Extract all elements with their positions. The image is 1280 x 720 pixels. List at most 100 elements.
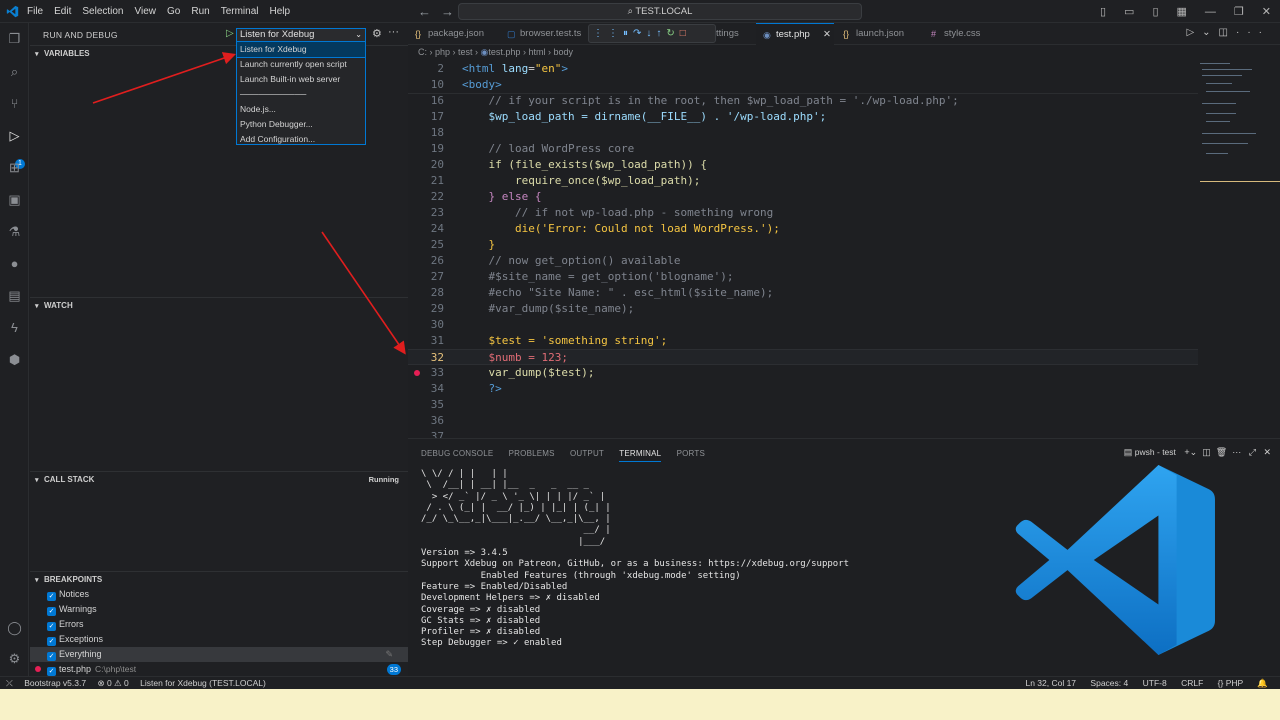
extensions-icon[interactable]: ⊞ bbox=[6, 159, 23, 176]
status-cursor-position[interactable]: Ln 32, Col 17 bbox=[1025, 678, 1076, 688]
status-eol[interactable]: CRLF bbox=[1181, 678, 1203, 688]
checkbox-checked-icon[interactable]: ✓ bbox=[47, 592, 56, 601]
command-center-search[interactable]: ⌕ TEST.LOCAL bbox=[458, 3, 862, 20]
dropdown-item-listen-xdebug[interactable]: Listen for Xdebug bbox=[236, 41, 366, 58]
status-language[interactable]: {} PHP bbox=[1218, 678, 1243, 688]
kill-terminal-icon[interactable]: 🗑 bbox=[1216, 447, 1227, 457]
tab-launch-json[interactable]: {} launch.json bbox=[836, 23, 924, 45]
layout-customize-icon[interactable]: ▦ bbox=[1177, 5, 1187, 18]
code-line: 26 // now get_option() available bbox=[430, 254, 681, 267]
tab-output[interactable]: OUTPUT bbox=[570, 449, 604, 458]
source-control-icon[interactable]: ⑂ bbox=[6, 95, 23, 112]
dropdown-item-python[interactable]: Python Debugger... bbox=[237, 117, 365, 132]
tab-ports[interactable]: PORTS bbox=[677, 449, 705, 458]
run-debug-icon[interactable]: ▷ bbox=[6, 127, 23, 144]
dropdown-item-launch-server[interactable]: Launch Built-in web server bbox=[237, 72, 365, 87]
breakpoint-errors[interactable]: ✓ Errors bbox=[30, 617, 408, 632]
bell-icon[interactable]: 🔔 bbox=[1257, 678, 1268, 688]
breakpoints-header[interactable]: ▾ BREAKPOINTS bbox=[30, 572, 408, 587]
code-lines[interactable]: 16 // if your script is in the root, the… bbox=[408, 93, 1198, 445]
settings-gear-icon[interactable]: ⚙ bbox=[6, 650, 23, 667]
tab-package-json[interactable]: {} package.json bbox=[408, 23, 500, 45]
back-arrow-icon[interactable]: ← bbox=[418, 4, 441, 19]
call-stack-header[interactable]: ▾ CALL STACK Running bbox=[30, 472, 408, 487]
run-file-icon[interactable]: ▷⌄ bbox=[1186, 27, 1218, 38]
menu-item-run[interactable]: Run bbox=[191, 6, 209, 17]
status-encoding[interactable]: UTF-8 bbox=[1143, 678, 1167, 688]
python-icon[interactable]: ⬢ bbox=[6, 351, 23, 368]
tab-test-php[interactable]: ◉ test.php ✕ bbox=[756, 23, 834, 45]
status-problems[interactable]: ⊗ 0 ⚠ 0 bbox=[97, 678, 128, 688]
search-view-icon[interactable]: ⌕ bbox=[6, 63, 23, 80]
tab-style-css[interactable]: # style.css bbox=[924, 23, 1010, 45]
layout-sidebar-icon[interactable]: ▯ bbox=[1100, 5, 1106, 18]
start-debugging-icon[interactable]: ▷ bbox=[226, 28, 236, 40]
remote-icon[interactable]: ⤫ bbox=[6, 678, 13, 688]
menu-item-view[interactable]: View bbox=[135, 6, 157, 17]
remote-explorer-icon[interactable]: ▣ bbox=[6, 191, 23, 208]
explorer-icon[interactable]: ❐ bbox=[6, 30, 23, 47]
edit-pencil-icon[interactable]: ✎ bbox=[385, 647, 393, 662]
tab-problems[interactable]: PROBLEMS bbox=[509, 449, 555, 458]
terminal-shell-name[interactable]: pwsh - test bbox=[1135, 447, 1176, 457]
checkbox-checked-icon[interactable]: ✓ bbox=[47, 652, 56, 661]
open-launch-json-gear-icon[interactable]: ⚙ bbox=[372, 27, 382, 40]
watch-header[interactable]: ▾ WATCH bbox=[30, 298, 408, 313]
pause-icon[interactable]: ⏸ bbox=[623, 28, 633, 39]
breakpoint-warnings[interactable]: ✓ Warnings bbox=[30, 602, 408, 617]
layout-panel-icon[interactable]: ▭ bbox=[1124, 5, 1134, 18]
stop-icon[interactable]: □ bbox=[680, 28, 691, 39]
close-panel-icon[interactable]: ✕ bbox=[1263, 447, 1271, 457]
minimize-icon[interactable]: — bbox=[1205, 6, 1216, 18]
thunder-icon[interactable]: ϟ bbox=[6, 319, 23, 336]
tab-terminal[interactable]: TERMINAL bbox=[619, 449, 662, 462]
drag-handle-icon[interactable]: ⋮⋮ bbox=[593, 28, 623, 39]
status-bootstrap[interactable]: Bootstrap v5.3.7 bbox=[24, 678, 86, 688]
restore-icon[interactable]: ❐ bbox=[1234, 5, 1244, 18]
menu-item-selection[interactable]: Selection bbox=[82, 6, 123, 17]
checkbox-checked-icon[interactable]: ✓ bbox=[47, 622, 56, 631]
new-terminal-icon[interactable]: +⌄ bbox=[1184, 447, 1197, 457]
restart-icon[interactable]: ↻ bbox=[666, 28, 679, 39]
checkbox-checked-icon[interactable]: ✓ bbox=[47, 637, 56, 646]
terminal-view-icon[interactable]: ▤ bbox=[6, 287, 23, 304]
dropdown-item-add-config[interactable]: Add Configuration... bbox=[237, 132, 365, 147]
menu-item-help[interactable]: Help bbox=[270, 6, 291, 17]
checkbox-checked-icon[interactable]: ✓ bbox=[47, 667, 56, 676]
checkbox-checked-icon[interactable]: ✓ bbox=[47, 607, 56, 616]
dropdown-item-nodejs[interactable]: Node.js... bbox=[237, 102, 365, 117]
breakpoint-notices[interactable]: ✓ Notices bbox=[30, 587, 408, 602]
breakpoint-exceptions[interactable]: ✓ Exceptions bbox=[30, 632, 408, 647]
more-actions-icon[interactable]: ··· bbox=[388, 26, 399, 38]
dropdown-item-launch-script[interactable]: Launch currently open script bbox=[237, 57, 365, 72]
sticky-line-body[interactable]: 10 <body> bbox=[408, 77, 1198, 93]
menu-item-edit[interactable]: Edit bbox=[54, 6, 71, 17]
breakpoint-everything[interactable]: ✓ Everything ✎ bbox=[30, 647, 408, 662]
close-window-icon[interactable]: ✕ bbox=[1262, 5, 1271, 18]
sticky-line-html[interactable]: 2 <html lang="en"> bbox=[408, 61, 1198, 77]
extension-view-icon[interactable]: ● bbox=[6, 255, 23, 272]
split-editor-icon[interactable]: ◫ bbox=[1219, 27, 1236, 38]
status-indentation[interactable]: Spaces: 4 bbox=[1090, 678, 1128, 688]
step-out-icon[interactable]: ↑ bbox=[656, 28, 666, 39]
status-debug-session[interactable]: Listen for Xdebug (TEST.LOCAL) bbox=[140, 678, 266, 688]
breakpoint-file-test-php[interactable]: ✓ test.php C:\php\test 33 bbox=[30, 662, 408, 677]
menu-item-terminal[interactable]: Terminal bbox=[221, 6, 259, 17]
testing-icon[interactable]: ⚗ bbox=[6, 223, 23, 240]
minimap[interactable] bbox=[1198, 61, 1280, 438]
tab-browser-test[interactable]: ▢ browser.test.ts bbox=[500, 23, 592, 45]
menu-item-file[interactable]: File bbox=[27, 6, 43, 17]
terminal-output[interactable]: \ \/ / | | | | \ /__| | __| |__ _ _ __ _… bbox=[421, 469, 849, 650]
more-actions-icon[interactable]: ··· bbox=[1232, 447, 1241, 457]
debug-config-select[interactable]: Listen for Xdebug ⌄ bbox=[236, 28, 366, 42]
close-tab-icon[interactable]: ✕ bbox=[823, 24, 831, 46]
account-icon[interactable]: ◯ bbox=[6, 619, 23, 636]
split-terminal-icon[interactable]: ◫ bbox=[1202, 447, 1211, 457]
more-actions-icon[interactable]: ··· bbox=[1236, 27, 1270, 38]
step-over-icon[interactable]: ↷ bbox=[633, 28, 646, 39]
step-into-icon[interactable]: ↓ bbox=[646, 28, 656, 39]
menu-item-go[interactable]: Go bbox=[167, 6, 180, 17]
tab-debug-console[interactable]: DEBUG CONSOLE bbox=[421, 449, 493, 458]
maximize-panel-icon[interactable]: ⤢ bbox=[1249, 447, 1256, 457]
layout-secondary-icon[interactable]: ▯ bbox=[1152, 5, 1158, 18]
